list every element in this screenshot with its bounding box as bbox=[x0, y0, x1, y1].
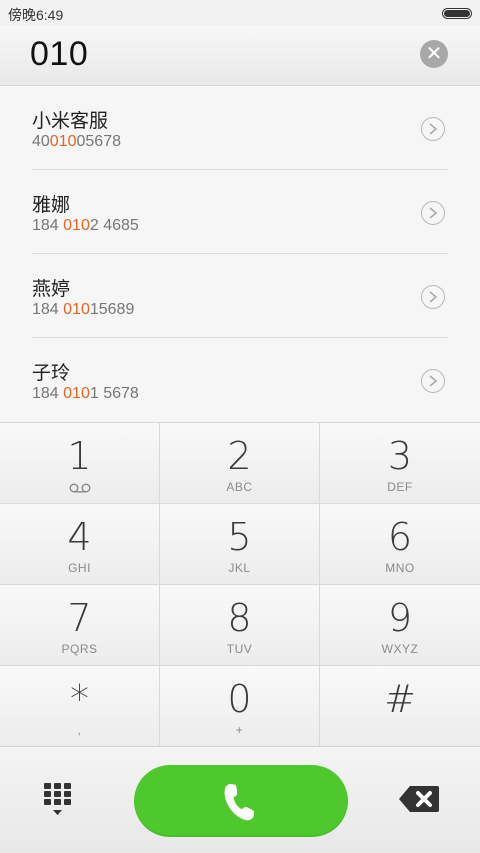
contact-results: 小米客服 4001005678 雅娜 184 0102 4685 燕婷 184 … bbox=[0, 86, 480, 422]
key-9[interactable]: 9 WXYZ bbox=[320, 585, 480, 666]
chevron-right-icon[interactable] bbox=[421, 201, 445, 225]
dialed-number[interactable]: 010 bbox=[30, 35, 88, 74]
clear-icon[interactable]: ✕ bbox=[420, 40, 448, 68]
contact-number: 4001005678 bbox=[32, 133, 121, 150]
key-hash[interactable]: # bbox=[320, 666, 480, 747]
contact-result[interactable]: 燕婷 184 01015689 bbox=[0, 254, 480, 338]
contact-number: 184 0102 4685 bbox=[32, 217, 139, 234]
status-bar: 傍晚6:49 bbox=[0, 0, 480, 26]
contact-result[interactable]: 小米客服 4001005678 bbox=[0, 86, 480, 170]
contact-name: 子玲 bbox=[32, 362, 71, 384]
number-input-bar: 010 ✕ bbox=[0, 26, 480, 86]
chevron-right-icon[interactable] bbox=[421, 117, 445, 141]
phone-icon bbox=[224, 783, 255, 821]
key-star[interactable]: * , bbox=[0, 666, 160, 747]
chevron-right-icon[interactable] bbox=[421, 285, 445, 309]
contact-name: 小米客服 bbox=[32, 110, 109, 132]
contact-result[interactable]: 子玲 184 0101 5678 bbox=[0, 338, 480, 422]
call-button[interactable] bbox=[134, 765, 348, 837]
dialpad-icon[interactable] bbox=[44, 783, 74, 817]
status-time: 傍晚6:49 bbox=[8, 7, 64, 23]
battery-icon bbox=[442, 8, 472, 19]
contact-name: 雅娜 bbox=[32, 194, 71, 216]
key-6[interactable]: 6 MNO bbox=[320, 504, 480, 585]
chevron-right-icon[interactable] bbox=[421, 369, 445, 393]
voicemail-icon bbox=[69, 483, 91, 493]
key-0[interactable]: 0 + bbox=[160, 666, 320, 747]
key-8[interactable]: 8 TUV bbox=[160, 585, 320, 666]
backspace-icon[interactable] bbox=[398, 785, 440, 813]
contact-number: 184 0101 5678 bbox=[32, 385, 139, 402]
key-2[interactable]: 2 ABC bbox=[160, 423, 320, 504]
key-3[interactable]: 3 DEF bbox=[320, 423, 480, 504]
contact-number: 184 01015689 bbox=[32, 301, 135, 318]
key-7[interactable]: 7 PQRS bbox=[0, 585, 160, 666]
contact-name: 燕婷 bbox=[32, 278, 71, 300]
dial-keypad: 1 2 ABC 3 DEF 4 GHI 5 JKL 6 MNO 7 PQRS 8… bbox=[0, 422, 480, 747]
action-bar bbox=[0, 746, 480, 853]
key-4[interactable]: 4 GHI bbox=[0, 504, 160, 585]
key-5[interactable]: 5 JKL bbox=[160, 504, 320, 585]
contact-result[interactable]: 雅娜 184 0102 4685 bbox=[0, 170, 480, 254]
key-1[interactable]: 1 bbox=[0, 423, 160, 504]
